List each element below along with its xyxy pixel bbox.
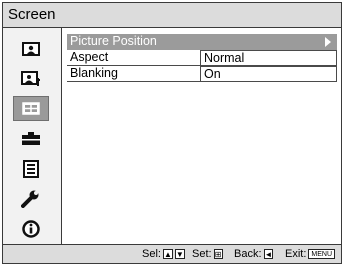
sidebar-item-information[interactable] — [13, 216, 49, 241]
submenu-arrow-icon — [325, 37, 331, 47]
menu-window: Screen Picture Position Aspect Normal Bl… — [2, 2, 342, 264]
menu-key-icon: MENU — [308, 249, 336, 259]
sidebar-item-picture-adjust[interactable] — [13, 66, 49, 91]
menu-content: Picture Position Aspect Normal Blanking … — [62, 28, 341, 246]
sidebar-item-picture[interactable] — [13, 36, 49, 61]
sidebar-item-installation[interactable] — [13, 186, 49, 211]
sidebar-item-screen[interactable] — [13, 96, 49, 121]
wrench-icon — [21, 190, 41, 208]
status-exit: Exit: MENU — [285, 248, 336, 260]
status-exit-label: Exit: — [285, 248, 307, 260]
down-arrow-key-icon: ▼ — [174, 249, 185, 259]
status-set: Set: ⊞ — [192, 248, 223, 260]
menu-item-label: Picture Position — [70, 34, 157, 48]
picture-icon — [22, 41, 40, 56]
menu-item-picture-position[interactable]: Picture Position — [67, 34, 337, 50]
menu-item-value[interactable]: Normal — [200, 50, 337, 65]
status-back-label: Back: — [234, 248, 262, 260]
picture-adjust-icon — [21, 70, 41, 87]
info-icon — [22, 219, 40, 238]
status-select-label: Sel: — [142, 248, 161, 260]
title-bar: Screen — [3, 3, 341, 28]
status-back: Back: ◄ — [234, 248, 274, 260]
status-set-label: Set: — [192, 248, 212, 260]
menu-item-aspect[interactable]: Aspect Normal — [67, 50, 337, 66]
window-title: Screen — [8, 6, 56, 23]
enter-key-icon: ⊞ — [213, 249, 223, 259]
menu-list-icon — [23, 159, 39, 178]
up-arrow-key-icon: ▲ — [162, 249, 173, 259]
status-bar: Sel: ▲ ▼ Set: ⊞ Back: ◄ Exit: MENU — [3, 244, 341, 263]
screen-icon — [22, 102, 40, 115]
sidebar-item-setup[interactable] — [13, 126, 49, 151]
menu-item-value[interactable]: On — [200, 66, 337, 81]
menu-item-label: Blanking — [70, 66, 118, 80]
status-select: Sel: ▲ ▼ — [142, 248, 185, 260]
sidebar-item-menu-list[interactable] — [13, 156, 49, 181]
menu-item-label: Aspect — [70, 50, 109, 64]
category-sidebar — [3, 28, 62, 246]
setup-icon — [21, 131, 41, 146]
left-arrow-key-icon: ◄ — [263, 249, 274, 259]
menu-item-blanking[interactable]: Blanking On — [67, 66, 337, 82]
